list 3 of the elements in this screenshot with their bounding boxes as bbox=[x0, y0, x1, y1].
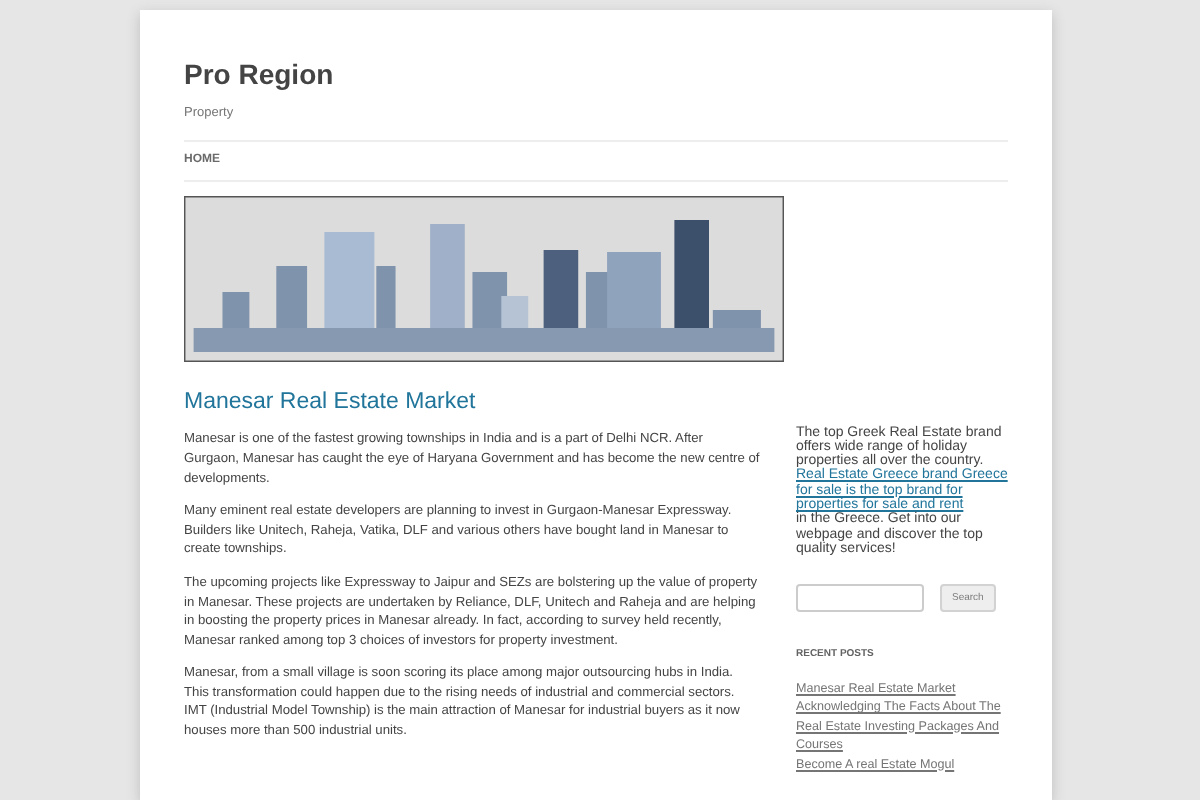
post-title[interactable]: Manesar Real Estate Market bbox=[184, 389, 796, 417]
search-field[interactable] bbox=[796, 584, 924, 613]
site-title[interactable]: Pro Region bbox=[184, 10, 1008, 92]
